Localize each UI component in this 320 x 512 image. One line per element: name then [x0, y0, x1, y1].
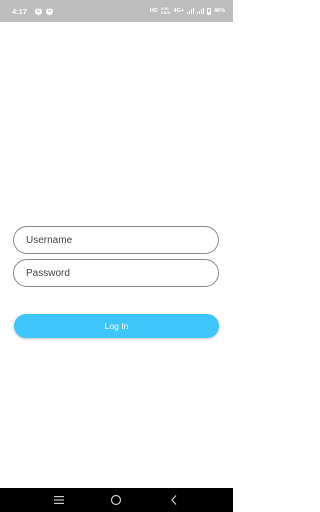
- login-screen: 4:17 G G HD 0.00 KB/S 4G+ 46% Log In: [0, 0, 233, 512]
- signal-icon: [186, 8, 194, 14]
- network-speed: 0.00 KB/S: [161, 7, 171, 15]
- battery-icon: [206, 7, 211, 15]
- status-left: 4:17 G G: [12, 6, 54, 16]
- signal-icon: [196, 8, 204, 14]
- battery-level: 46%: [213, 8, 225, 14]
- app-notification-icon: G: [35, 7, 43, 15]
- network-type: 4G+: [173, 8, 184, 14]
- status-time: 4:17: [12, 6, 28, 16]
- password-input[interactable]: [13, 259, 219, 287]
- status-bar: 4:17 G G HD 0.00 KB/S 4G+ 46%: [0, 0, 233, 22]
- network-speed-unit: KB/S: [160, 10, 171, 15]
- navigation-bar: [0, 488, 233, 512]
- app-notification-icon: G: [46, 7, 54, 15]
- status-right: HD 0.00 KB/S 4G+ 46%: [150, 7, 225, 15]
- home-icon[interactable]: [108, 492, 124, 508]
- back-icon[interactable]: [166, 492, 182, 508]
- username-input[interactable]: [13, 226, 219, 254]
- menu-icon[interactable]: [51, 492, 67, 508]
- hd-label: HD: [149, 8, 158, 14]
- login-button[interactable]: Log In: [14, 314, 219, 338]
